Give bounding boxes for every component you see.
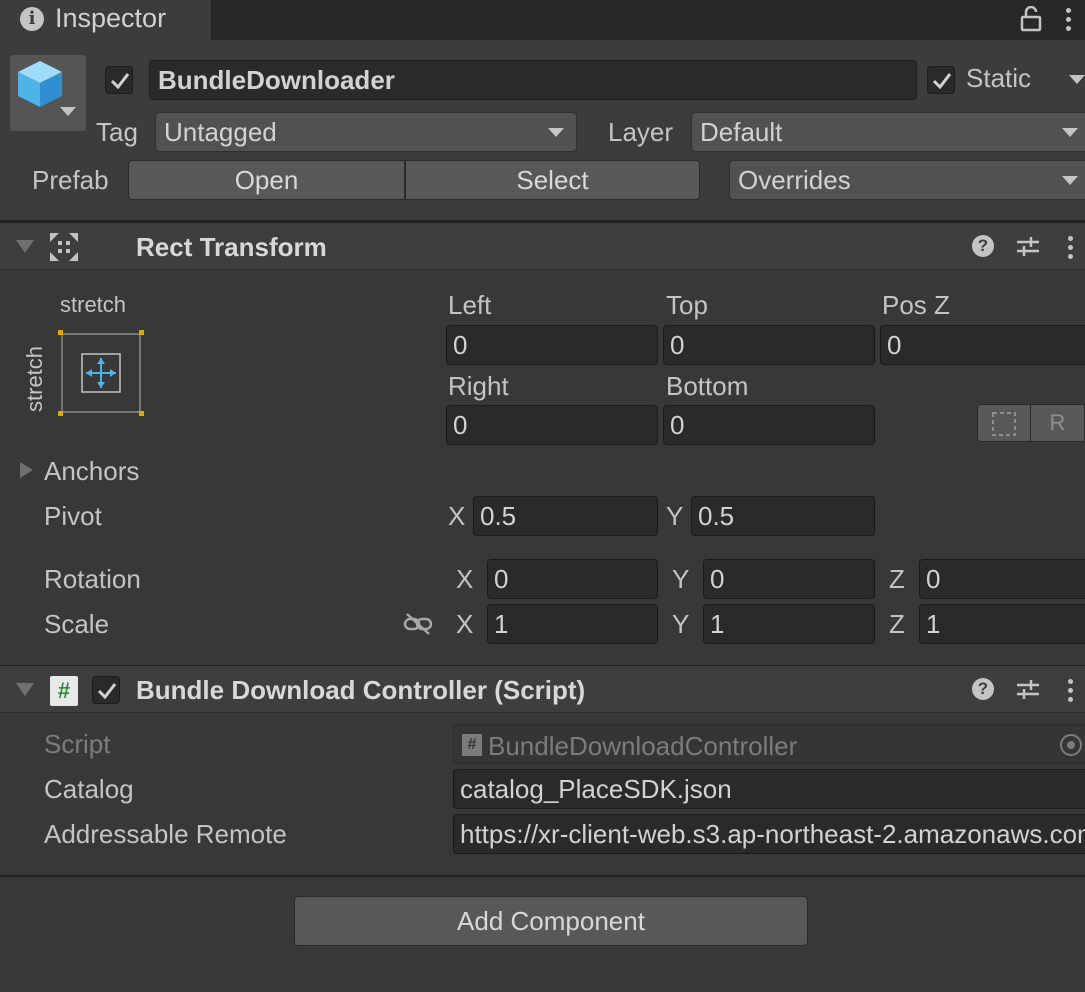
scale-z-axis: Z bbox=[889, 609, 905, 639]
tag-dropdown[interactable]: Untagged bbox=[155, 112, 577, 152]
prefab-overrides-dropdown[interactable]: Overrides bbox=[729, 160, 1085, 200]
rotation-label: Rotation bbox=[44, 564, 141, 594]
static-label: Static bbox=[966, 63, 1032, 93]
rotation-x-axis: X bbox=[456, 564, 474, 594]
script-component-header[interactable]: # Bundle Download Controller (Script) ? bbox=[0, 665, 1085, 713]
rotation-y-axis: Y bbox=[672, 564, 690, 594]
catalog-label: Catalog bbox=[44, 774, 134, 804]
rect-transform-header[interactable]: Rect Transform ? bbox=[0, 222, 1085, 270]
tab-inspector[interactable]: i Inspector bbox=[0, 0, 212, 40]
anchor-v-label: stretch bbox=[22, 345, 47, 412]
script-reference-value: BundleDownloadController bbox=[488, 731, 798, 761]
prefab-open-button[interactable]: Open bbox=[128, 160, 405, 200]
script-file-icon: # bbox=[462, 734, 482, 756]
scale-x-field[interactable]: 1 bbox=[487, 604, 658, 644]
tab-title: Inspector bbox=[55, 3, 167, 33]
right-field[interactable]: 0 bbox=[446, 405, 658, 445]
presets-icon[interactable] bbox=[1016, 677, 1040, 701]
pivot-y-axis: Y bbox=[666, 501, 684, 531]
foldout-icon[interactable] bbox=[16, 240, 34, 253]
prefab-label: Prefab bbox=[32, 165, 109, 195]
pivot-x-axis: X bbox=[448, 501, 466, 531]
rotation-z-axis: Z bbox=[889, 564, 905, 594]
static-dropdown-icon[interactable] bbox=[1069, 75, 1085, 84]
active-checkbox[interactable] bbox=[105, 66, 133, 94]
script-icon: # bbox=[50, 676, 78, 706]
overrides-label: Overrides bbox=[738, 165, 851, 195]
layer-value: Default bbox=[700, 117, 783, 147]
scale-z-field[interactable]: 1 bbox=[919, 604, 1085, 644]
layer-dropdown[interactable]: Default bbox=[691, 112, 1085, 152]
rotation-z-field[interactable]: 0 bbox=[919, 559, 1085, 599]
constrain-proportions-icon[interactable] bbox=[403, 612, 433, 636]
top-label: Top bbox=[666, 290, 708, 320]
object-name-field[interactable]: BundleDownloader bbox=[149, 60, 917, 100]
posz-label: Pos Z bbox=[882, 290, 950, 320]
rect-transform-title: Rect Transform bbox=[136, 232, 327, 262]
tag-value: Untagged bbox=[164, 117, 277, 147]
scale-y-axis: Y bbox=[672, 609, 690, 639]
lock-icon[interactable] bbox=[1020, 5, 1042, 32]
static-checkbox[interactable] bbox=[927, 66, 955, 94]
divider bbox=[0, 875, 1085, 877]
catalog-field[interactable]: catalog_PlaceSDK.json bbox=[453, 769, 1085, 809]
foldout-icon[interactable] bbox=[16, 683, 34, 696]
rotation-y-field[interactable]: 0 bbox=[703, 559, 875, 599]
tag-label: Tag bbox=[96, 117, 138, 147]
component-menu-icon[interactable] bbox=[1068, 236, 1074, 260]
layer-label: Layer bbox=[608, 117, 674, 147]
pivot-y-field[interactable]: 0.5 bbox=[691, 496, 875, 536]
bottom-field[interactable]: 0 bbox=[663, 405, 875, 445]
kebab-menu-icon[interactable] bbox=[1066, 8, 1072, 32]
info-icon: i bbox=[20, 7, 44, 31]
right-label: Right bbox=[448, 371, 509, 401]
component-menu-icon[interactable] bbox=[1068, 679, 1074, 703]
script-component-title: Bundle Download Controller (Script) bbox=[136, 675, 586, 705]
top-field[interactable]: 0 bbox=[663, 325, 875, 365]
gameobject-icon[interactable] bbox=[10, 55, 86, 131]
anchors-label[interactable]: Anchors bbox=[44, 456, 139, 487]
anchors-foldout-icon[interactable] bbox=[20, 462, 33, 478]
script-reference-field: # BundleDownloadController bbox=[453, 724, 1085, 764]
presets-icon[interactable] bbox=[1016, 234, 1040, 258]
pivot-x-field[interactable]: 0.5 bbox=[473, 496, 658, 536]
bottom-label: Bottom bbox=[666, 371, 749, 401]
anchor-presets-button[interactable] bbox=[58, 330, 144, 416]
posz-field[interactable]: 0 bbox=[880, 325, 1085, 365]
addressable-remote-field[interactable]: https://xr-client-web.s3.ap-northeast-2.… bbox=[453, 814, 1085, 854]
pivot-label: Pivot bbox=[44, 501, 102, 531]
help-icon[interactable]: ? bbox=[972, 235, 994, 257]
object-picker-icon[interactable] bbox=[1060, 734, 1082, 756]
help-icon[interactable]: ? bbox=[972, 678, 994, 700]
add-component-button[interactable]: Add Component bbox=[294, 896, 808, 946]
scale-x-axis: X bbox=[456, 609, 474, 639]
blueprint-mode-button[interactable] bbox=[977, 404, 1031, 442]
chevron-down-icon bbox=[548, 128, 564, 137]
left-field[interactable]: 0 bbox=[446, 325, 658, 365]
chevron-down-icon bbox=[1062, 128, 1078, 137]
script-enabled-checkbox[interactable] bbox=[92, 676, 120, 704]
scale-label: Scale bbox=[44, 609, 110, 639]
anchor-h-label: stretch bbox=[60, 292, 127, 317]
script-label: Script bbox=[44, 729, 111, 759]
left-label: Left bbox=[448, 290, 492, 320]
addressable-remote-label: Addressable Remote bbox=[44, 819, 287, 849]
prefab-select-button[interactable]: Select bbox=[405, 160, 700, 200]
rect-transform-icon bbox=[50, 233, 78, 261]
chevron-down-icon bbox=[1062, 176, 1078, 185]
raw-edit-button[interactable]: R bbox=[1031, 404, 1085, 442]
scale-y-field[interactable]: 1 bbox=[703, 604, 875, 644]
rotation-x-field[interactable]: 0 bbox=[487, 559, 658, 599]
